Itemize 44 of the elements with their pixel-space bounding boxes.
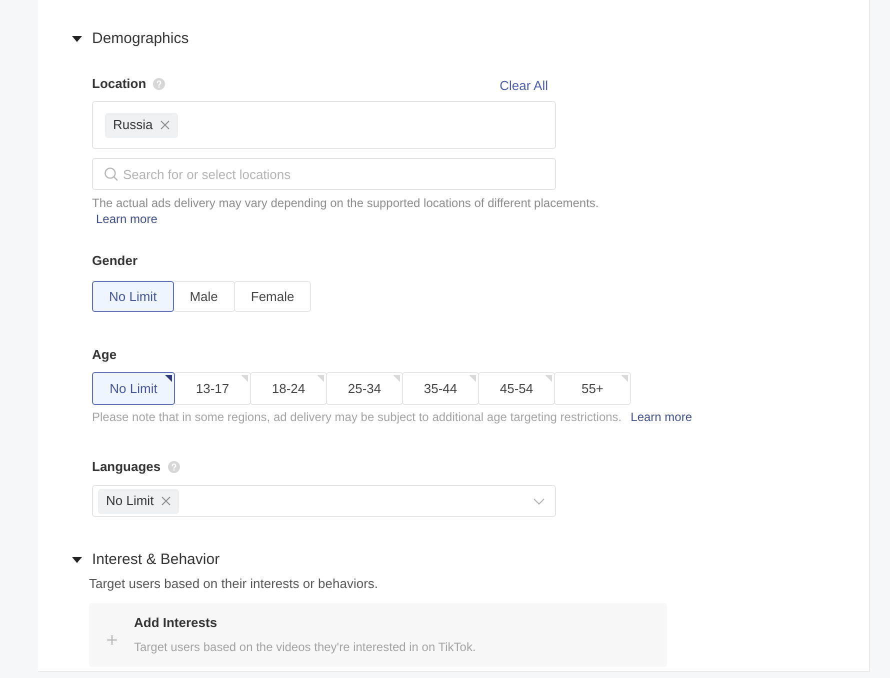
chip-label: No Limit	[106, 492, 154, 510]
clear-all-link[interactable]: Clear All	[500, 76, 548, 96]
section-description: Target users based on their interests or behaviors.	[89, 576, 378, 592]
location-field[interactable]: Russia	[92, 101, 556, 149]
learn-more-link[interactable]: Learn more	[96, 211, 158, 227]
age-note-text: Please note that in some regions, ad delivery may be subject to additional age targeting restrictions.	[92, 409, 622, 425]
corner-mark-icon	[621, 375, 628, 382]
search-icon	[104, 167, 118, 181]
field-label: Gender	[92, 252, 138, 270]
add-interests-card[interactable]: Add Interests Target users based on the videos they're interested in on TikTok.	[89, 603, 667, 667]
age-range-option[interactable]: 55+	[554, 372, 631, 405]
corner-mark-icon	[469, 375, 476, 382]
corner-mark-icon	[317, 375, 324, 382]
field-label: Location	[92, 75, 146, 94]
card-title: Add Interests	[134, 615, 218, 631]
field-label: Age	[92, 346, 117, 364]
age-range-option[interactable]: 45-54	[478, 372, 555, 405]
gender-option[interactable]: No Limit	[92, 281, 174, 312]
plus-icon[interactable]	[107, 635, 117, 645]
caret-down-icon[interactable]	[72, 557, 82, 563]
corner-mark-icon	[545, 375, 552, 382]
corner-mark-icon	[165, 375, 172, 382]
corner-mark-icon	[393, 375, 400, 382]
section-toggle[interactable]: Demographics	[72, 29, 189, 49]
close-icon[interactable]	[160, 120, 170, 130]
card-description: Target users based on the videos they're interested in on TikTok.	[134, 639, 476, 655]
age-range-option[interactable]: 35-44	[402, 372, 479, 405]
gender-option[interactable]: Female	[234, 281, 312, 312]
learn-more-link[interactable]: Learn more	[630, 409, 692, 425]
corner-mark-icon	[241, 375, 248, 382]
section-toggle[interactable]: Interest & Behavior	[72, 550, 220, 570]
languages-select[interactable]: No Limit	[92, 485, 556, 517]
close-icon[interactable]	[160, 496, 171, 506]
gender-option[interactable]: Male	[172, 281, 235, 312]
age-range-option[interactable]: No Limit	[92, 372, 175, 405]
chevron-down-icon[interactable]	[533, 498, 545, 504]
chip-label: Russia	[113, 116, 153, 134]
hint-text: The actual ads delivery may vary depending on the supported locations of different placements.	[92, 195, 599, 211]
field-label: Languages	[92, 458, 161, 476]
caret-down-icon[interactable]	[72, 36, 82, 42]
age-range-option[interactable]: 18-24	[250, 372, 327, 405]
location-search-field[interactable]: Search for or select locations	[92, 158, 556, 190]
age-range-option[interactable]: 13-17	[174, 372, 251, 405]
age-range-option[interactable]: 25-34	[326, 372, 403, 405]
